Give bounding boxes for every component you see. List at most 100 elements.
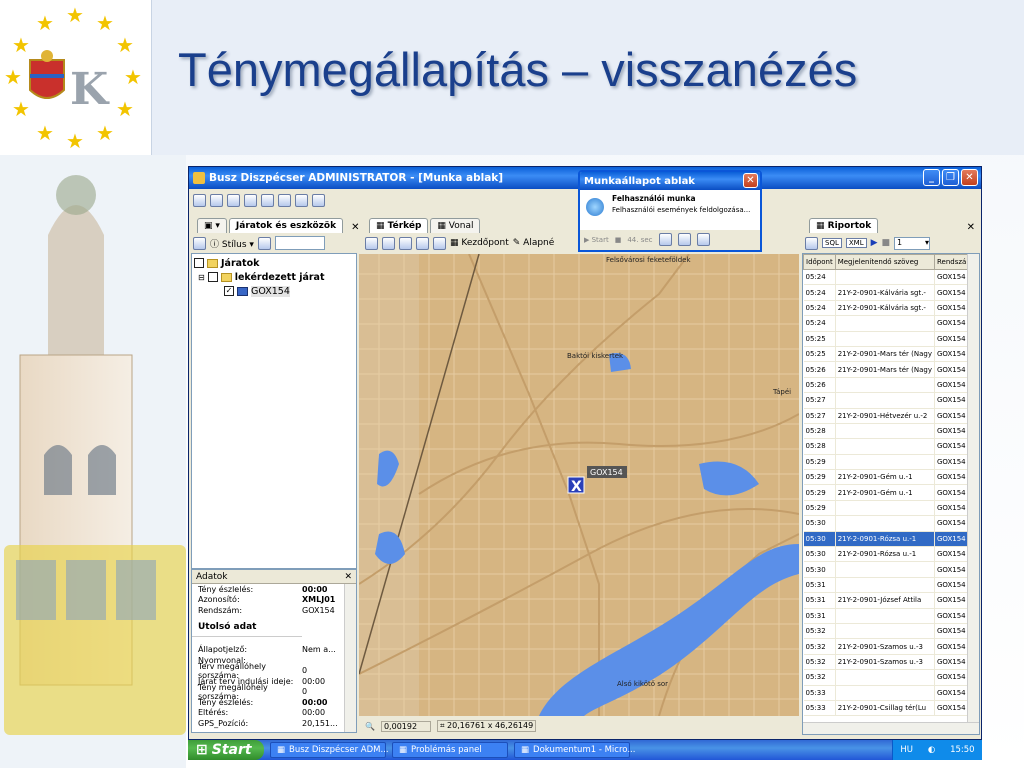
close-left-panel-icon[interactable]: ✕ (351, 222, 359, 233)
left-tab-icon[interactable]: ▣ ▾ (197, 218, 227, 233)
table-row[interactable]: 05:31 GOX154 (803, 577, 979, 594)
task-bus-dispatcher[interactable]: ▦ Busz Diszpécser ADM... (270, 742, 389, 758)
tab-reports[interactable]: ▦ Riportok (809, 218, 879, 233)
play-icon[interactable]: ▶ (871, 238, 878, 248)
report-scrollbar[interactable] (967, 254, 979, 724)
tab-jaratok[interactable]: Járatok és eszközök (228, 218, 344, 233)
toolbar-icon-8[interactable] (312, 193, 325, 207)
filter-icon[interactable] (257, 236, 271, 250)
toolbar-icon-1[interactable] (193, 193, 206, 207)
popup-start-button[interactable]: ▶ Start (584, 236, 609, 244)
page-select[interactable]: 1 ▾ (894, 236, 931, 250)
tree-search-input[interactable] (274, 236, 325, 250)
tab-map[interactable]: ▦ Térkép (369, 218, 429, 233)
cell-text (835, 423, 935, 440)
cell-time: 05:30 (803, 546, 836, 563)
data-panel-scrollbar[interactable] (344, 584, 356, 732)
popup-icon-2[interactable] (677, 233, 691, 246)
table-row[interactable]: 05:32 21Y-2-0901-Szamos u.-3 GOX154 (803, 654, 979, 671)
map-view[interactable]: Felsővárosi feketeföldek Baktói kiskerte… (359, 254, 799, 716)
zoom-icon[interactable]: 🔍 (365, 722, 375, 731)
style-dropdown[interactable]: ⓘ Stílus ▾ (210, 237, 254, 250)
start-point-button[interactable]: ▦ Kezdőpont (450, 238, 509, 248)
folder-open-icon[interactable] (416, 236, 429, 250)
table-row[interactable]: 05:26 GOX154 (803, 377, 979, 394)
toolbar-icon-5[interactable] (261, 193, 274, 207)
start-point-label: Kezdőpont (461, 238, 509, 248)
table-row[interactable]: 05:24 GOX154 (803, 269, 979, 286)
cell-time: 05:27 (803, 392, 836, 409)
table-row[interactable]: 05:33 21Y-2-0901-Csillag tér(Lu GOX154 (803, 700, 979, 717)
table-row[interactable]: 05:28 GOX154 (803, 438, 979, 455)
xml-button[interactable]: XML (845, 238, 867, 248)
refresh-icon[interactable] (433, 236, 446, 250)
popup-titlebar[interactable]: Munkaállapot ablak ✕ (580, 172, 760, 190)
table-row[interactable]: 05:25 21Y-2-0901-Mars tér (Nagy GOX154 (803, 346, 979, 363)
svg-text:★: ★ (124, 65, 142, 89)
table-row[interactable]: 05:29 21Y-2-0901-Gém u.-1 GOX154 (803, 484, 979, 501)
table-row[interactable]: 05:27 GOX154 (803, 392, 979, 409)
task-problem-panel[interactable]: ▦ Problémás panel (392, 742, 508, 758)
table-row[interactable]: 05:32 GOX154 (803, 623, 979, 640)
tree-query-checkbox[interactable] (207, 272, 218, 282)
table-row[interactable]: 05:24 GOX154 (803, 315, 979, 332)
task-document[interactable]: ▦ Dokumentum1 - Micro... (514, 742, 635, 758)
tray-icon[interactable]: ◐ (928, 745, 935, 755)
table-row[interactable]: 05:29 GOX154 (803, 500, 979, 517)
report-add-icon[interactable] (805, 236, 818, 250)
add-icon[interactable] (193, 236, 206, 250)
stop-icon[interactable]: ■ (882, 238, 891, 248)
table-row[interactable]: 05:24 21Y-2-0901-Kálvária sgt.- GOX154 (803, 300, 979, 317)
close-button[interactable]: ✕ (961, 169, 978, 186)
report-hscrollbar[interactable] (803, 722, 979, 734)
table-row[interactable]: 05:30 GOX154 (803, 515, 979, 532)
toolbar-icon-6[interactable] (278, 193, 291, 207)
table-row[interactable]: 05:30 21Y-2-0901-Rózsa u.-1 GOX154 (803, 546, 979, 563)
layers-icon[interactable] (399, 236, 412, 250)
table-row[interactable]: 05:32 21Y-2-0901-Szamos u.-3 GOX154 (803, 638, 979, 655)
tree-vehicle-checkbox[interactable]: ✓ (224, 286, 234, 296)
table-row[interactable]: 05:30 GOX154 (803, 561, 979, 578)
table-row[interactable]: 05:31 21Y-2-0901-József Attila GOX154 (803, 592, 979, 609)
popup-icon-3[interactable] (696, 233, 710, 246)
popup-icon-1[interactable] (658, 233, 672, 246)
table-row[interactable]: 05:29 GOX154 (803, 454, 979, 471)
tab-line[interactable]: ▦ Vonal (430, 218, 481, 233)
table-row[interactable]: 05:26 21Y-2-0901-Mars tér (Nagy GOX154 (803, 361, 979, 378)
table-row[interactable]: 05:30 21Y-2-0901-Rózsa u.-1 GOX154 (803, 531, 979, 548)
toolbar-icon-7[interactable] (295, 193, 308, 207)
cell-text: 21Y-2-0901-Rózsa u.-1 (835, 531, 935, 548)
prop-key: Tény észlelés: (198, 697, 254, 707)
info-icon[interactable] (382, 236, 395, 250)
restore-button[interactable]: ❐ (942, 169, 959, 186)
close-data-panel-icon[interactable]: ✕ (344, 572, 352, 582)
table-row[interactable]: 05:25 GOX154 (803, 331, 979, 347)
table-row[interactable]: 05:33 GOX154 (803, 685, 979, 701)
table-row[interactable]: 05:29 21Y-2-0901-Gém u.-1 GOX154 (803, 469, 979, 486)
sql-button[interactable]: SQL (822, 238, 842, 248)
start-button[interactable]: ⊞ Start (188, 740, 264, 760)
col-time[interactable]: Időpont (803, 254, 836, 270)
language-indicator[interactable]: HU (900, 745, 913, 755)
home-icon[interactable] (365, 236, 378, 250)
popup-close-button[interactable]: ✕ (743, 173, 758, 188)
toolbar-icon-4[interactable] (244, 193, 257, 207)
cell-time: 05:28 (803, 438, 836, 455)
table-row[interactable]: 05:24 21Y-2-0901-Kálvária sgt.- GOX154 (803, 284, 979, 301)
tree-item-vehicle[interactable]: ✓ GOX154 (194, 284, 354, 298)
table-row[interactable]: 05:32 GOX154 (803, 669, 979, 686)
close-report-icon[interactable]: ✕ (967, 222, 975, 233)
popup-stop-icon[interactable]: ■ (615, 236, 622, 244)
toolbar-icon-2[interactable] (210, 193, 223, 207)
base-map-button[interactable]: ✎ Alapné (513, 238, 555, 248)
table-row[interactable]: 05:31 GOX154 (803, 608, 979, 624)
toolbar-icon-3[interactable] (227, 193, 240, 207)
col-text[interactable]: Megjelenítendő szöveg (834, 254, 935, 270)
table-row[interactable]: 05:28 GOX154 (803, 423, 979, 440)
tree-item-root[interactable]: Járatok (194, 256, 354, 270)
tree-root-checkbox[interactable] (194, 258, 204, 268)
table-row[interactable]: 05:27 21Y-2-0901-Hétvezér u.-2 GOX154 (803, 408, 979, 424)
minimize-button[interactable]: _ (923, 169, 940, 186)
tree-item-query[interactable]: ⊟ lekérdezett járat (194, 270, 354, 284)
collapse-icon[interactable]: ⊟ (198, 273, 205, 282)
